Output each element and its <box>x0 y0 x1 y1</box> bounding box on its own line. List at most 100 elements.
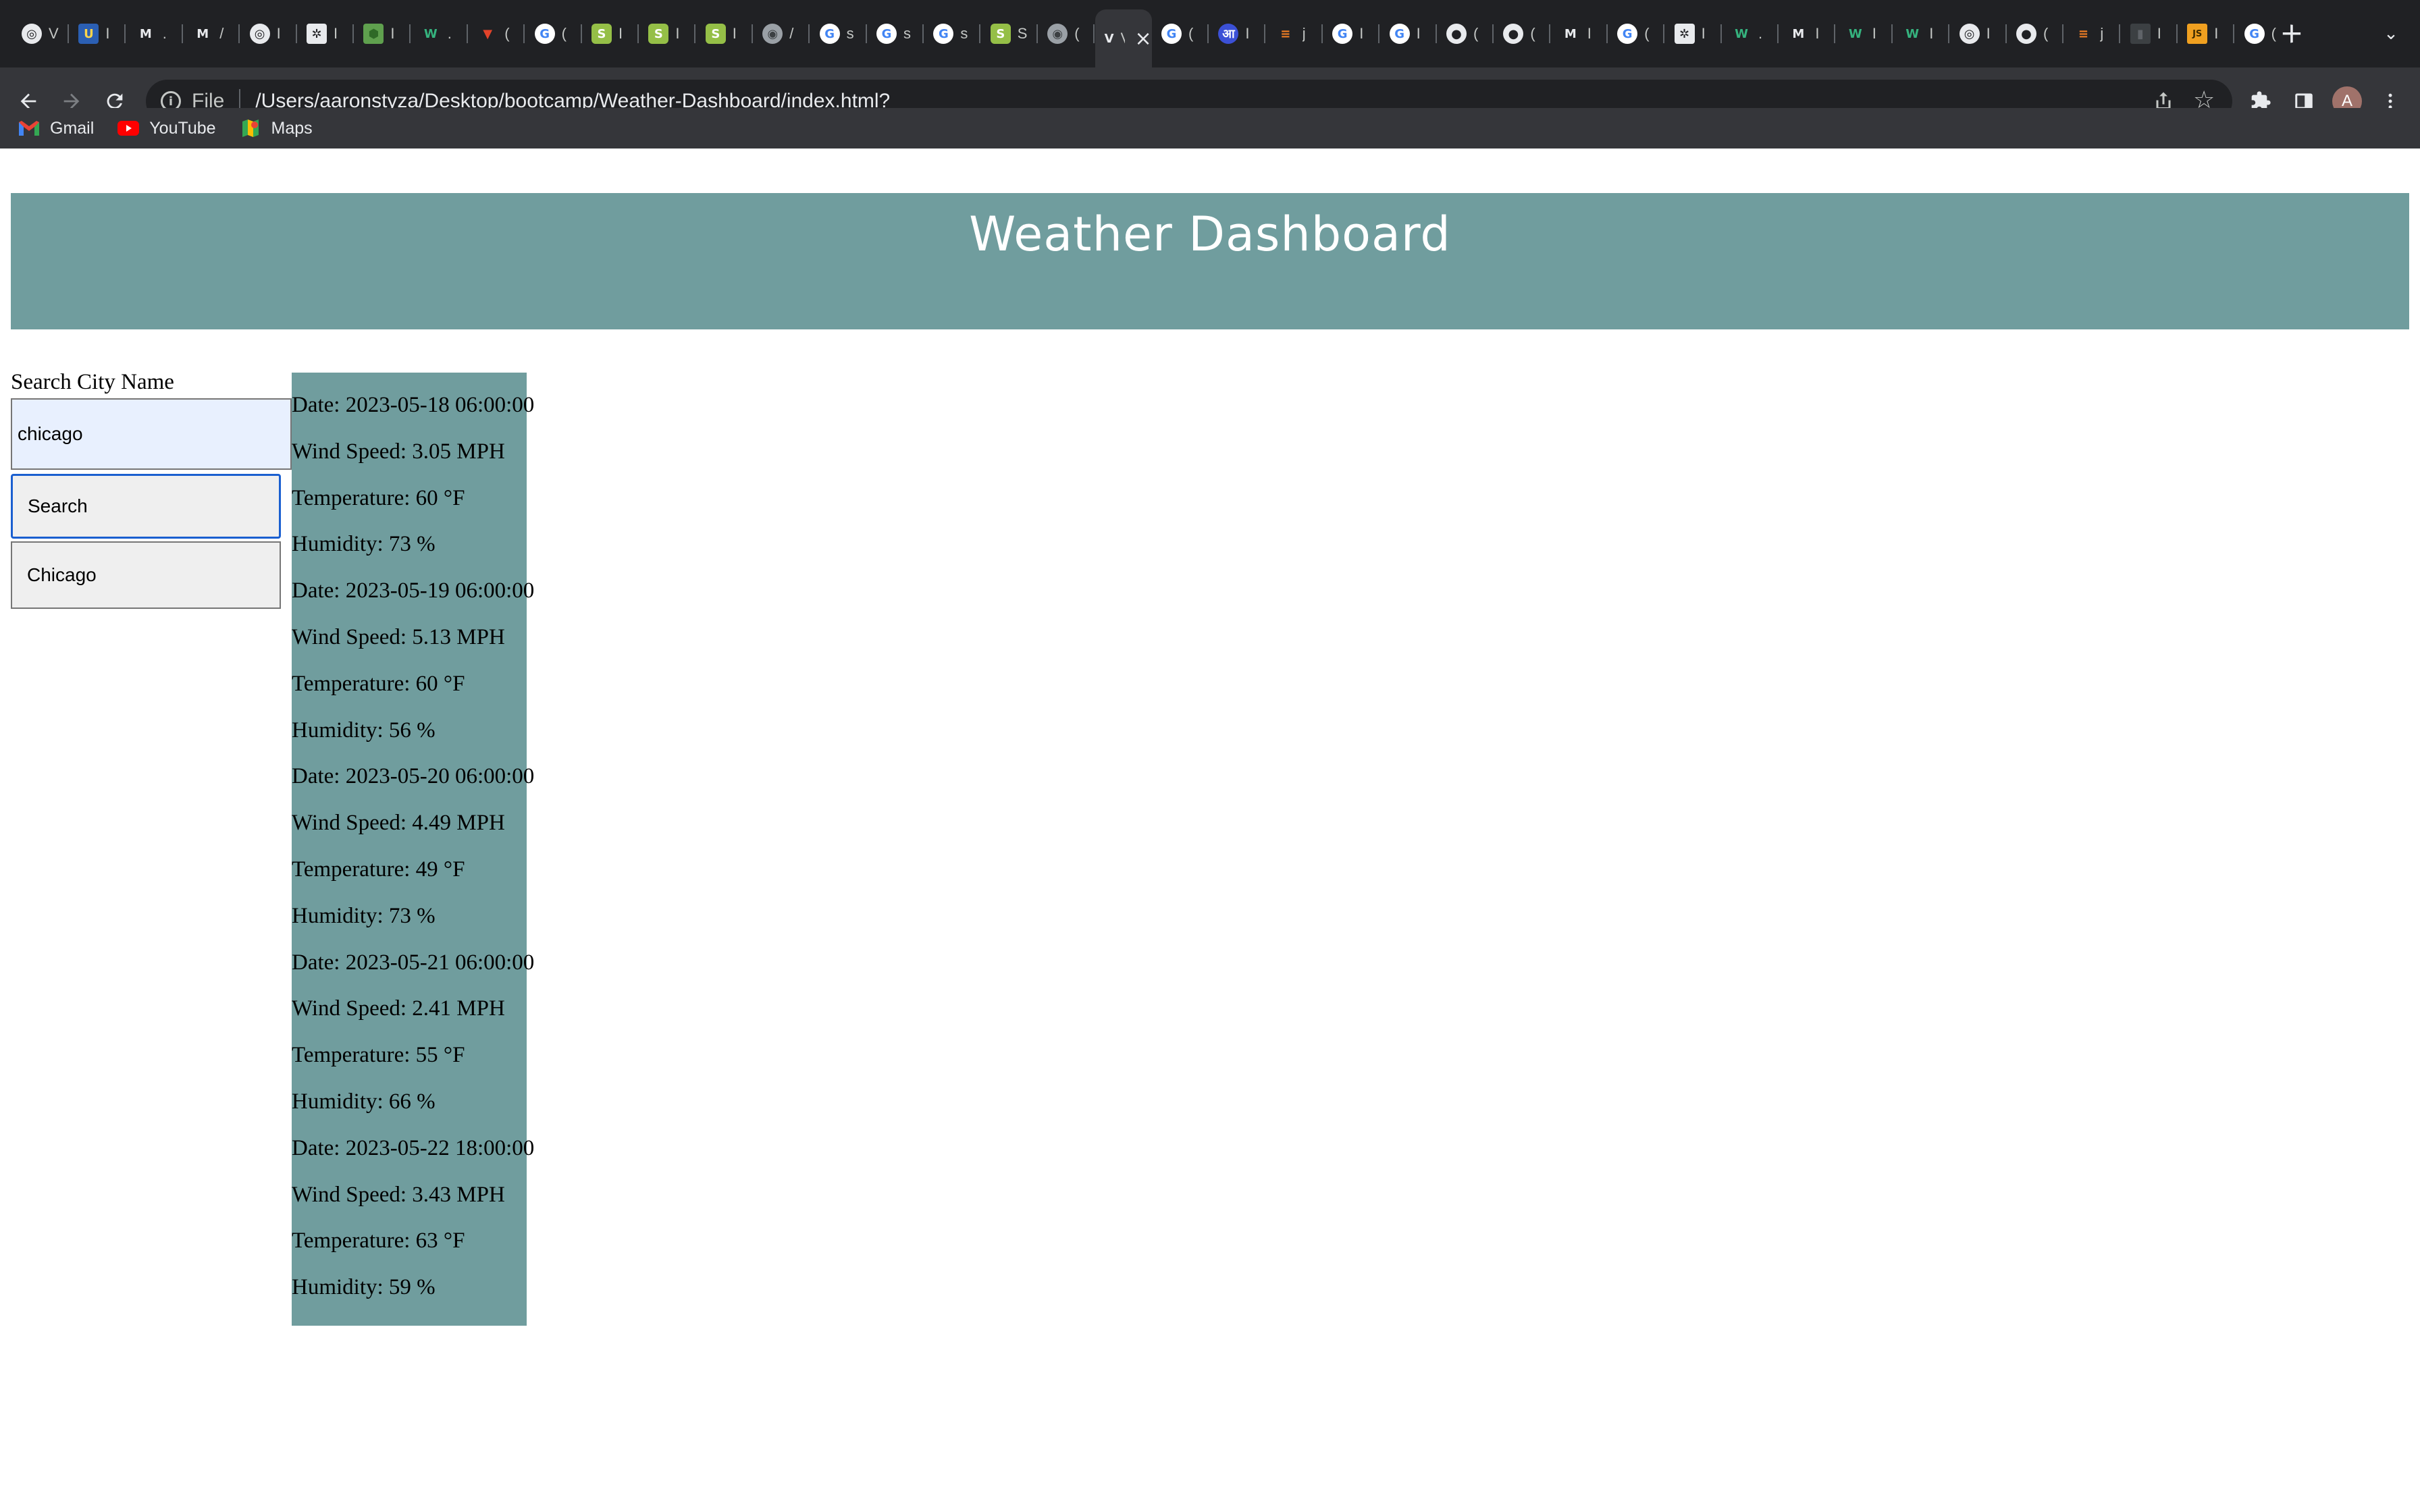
forecast-wind-speed: Wind Speed: 3.43 MPH <box>292 1182 505 1207</box>
google-icon: G <box>876 24 897 44</box>
forecast-panel: Date: 2023-05-18 06:00:00 Wind Speed: 3.0… <box>292 373 534 1326</box>
browser-tab[interactable]: W. <box>411 15 464 53</box>
city-search-input[interactable] <box>11 398 292 470</box>
browser-tab[interactable]: G( <box>1152 15 1205 53</box>
bookmark-label: Gmail <box>50 118 95 138</box>
github-icon: ● <box>1446 24 1467 44</box>
github-icon: ● <box>1503 24 1524 44</box>
browser-tab[interactable]: WI <box>1836 15 1889 53</box>
tab-title: I <box>2214 25 2219 42</box>
doc-icon: ▮ <box>2130 24 2151 44</box>
browser-tab[interactable]: JS I <box>2178 15 2230 53</box>
tab-title: I <box>276 25 281 42</box>
browser-tab[interactable]: SI <box>582 15 635 53</box>
browser-tab[interactable]: ▮ I <box>2121 15 2174 53</box>
tab-title: . <box>162 25 167 42</box>
new-tab-button[interactable]: + <box>2273 14 2311 51</box>
browser-tab[interactable]: ◉ / <box>753 15 806 53</box>
tab-title: I <box>1929 25 1934 42</box>
tab-title: I <box>105 25 110 42</box>
stackoverflow-icon: ≡ <box>1280 26 1291 41</box>
browser-tab[interactable]: Gs <box>810 15 863 53</box>
google-icon: G <box>2244 24 2265 44</box>
close-tab-icon[interactable]: × <box>1134 27 1151 51</box>
tab-title: ( <box>504 25 510 42</box>
js-icon: JS <box>2187 24 2208 44</box>
search-button[interactable]: Search <box>11 474 281 539</box>
browser-tab[interactable]: WI <box>1893 15 1945 53</box>
forecast-wind-speed: Wind Speed: 5.13 MPH <box>292 625 505 649</box>
chrome-icon: ◎ <box>249 24 270 44</box>
bookmark-label: Maps <box>271 118 313 138</box>
browser-tab[interactable]: M. <box>126 15 179 53</box>
forecast-humidity: Humidity: 73 % <box>292 532 436 557</box>
browser-tab[interactable]: UI <box>69 15 122 53</box>
tab-title: ( <box>561 25 567 42</box>
tab-title: j <box>2100 25 2104 42</box>
google-icon: G <box>1389 24 1410 44</box>
browser-tab[interactable]: ≡ j <box>1266 15 1319 53</box>
forecast-humidity: Humidity: 73 % <box>292 903 436 928</box>
tab-title: ( <box>1644 25 1650 42</box>
browser-tab[interactable]: VV × <box>1095 9 1152 68</box>
page-viewport: Weather Dashboard Search City Name Searc… <box>0 148 2420 1512</box>
m-icon: M <box>1792 26 1805 41</box>
browser-tab[interactable]: MI <box>1779 15 1831 53</box>
tab-title: I <box>732 25 737 42</box>
w-icon: W <box>1848 26 1862 41</box>
browser-tab[interactable]: G( <box>1608 15 1660 53</box>
forecast-temperature: Temperature: 55 °F <box>292 1043 465 1068</box>
browser-tab[interactable]: G( <box>525 15 578 53</box>
browser-tab[interactable]: SI <box>696 15 749 53</box>
browser-tab[interactable]: SS <box>981 15 1034 53</box>
history-city-button[interactable]: Chicago <box>11 541 281 609</box>
forecast-date: Date: 2023-05-22 18:00:00 <box>292 1135 535 1160</box>
browser-tab[interactable]: ✲ I <box>1665 15 1718 53</box>
node-icon: ⬢ <box>363 24 384 44</box>
browser-tab[interactable]: ⬢ I <box>354 15 406 53</box>
tab-title: I <box>1245 25 1250 42</box>
browser-tab[interactable]: ▼( <box>468 15 521 53</box>
browser-tab[interactable]: ◎ I <box>240 15 293 53</box>
tab-title: I <box>619 25 623 42</box>
browser-tab[interactable]: MI <box>1551 15 1604 53</box>
google-icon: G <box>1161 24 1182 44</box>
tab-title: I <box>1872 25 1876 42</box>
bookmark-youtube[interactable]: YouTube <box>117 119 216 138</box>
tab-title: ( <box>1473 25 1479 42</box>
bookmark-maps[interactable]: Maps <box>239 119 313 138</box>
forecast-date: Date: 2023-05-19 06:00:00 <box>292 578 535 603</box>
browser-tab[interactable]: GI <box>1380 15 1433 53</box>
tab-title: I <box>1416 25 1421 42</box>
browser-tab[interactable]: Gs <box>924 15 976 53</box>
browser-tab[interactable]: ●( <box>2007 15 2059 53</box>
browser-tab[interactable]: ◉( <box>1038 15 1090 53</box>
bookmark-gmail[interactable]: Gmail <box>18 119 94 138</box>
shopify-icon: S <box>591 24 612 44</box>
tab-title: I <box>1359 25 1364 42</box>
browser-tab[interactable]: SI <box>639 15 691 53</box>
tab-title: I <box>1587 25 1592 42</box>
tab-title: I <box>1701 25 1706 42</box>
google-icon: G <box>819 24 840 44</box>
browser-tab[interactable]: Gs <box>867 15 920 53</box>
browser-tab[interactable]: ●( <box>1494 15 1546 53</box>
browser-tab[interactable]: ✲ I <box>297 15 350 53</box>
m-icon: M <box>196 26 209 41</box>
tab-search-chevron-icon[interactable]: ⌄ <box>2374 15 2408 53</box>
browser-tab[interactable]: GI <box>1323 15 1375 53</box>
browser-tab[interactable]: W. <box>1722 15 1774 53</box>
browser-tab[interactable]: ≡ j <box>2063 15 2116 53</box>
tab-title: I <box>1815 25 1820 42</box>
tab-title: s <box>903 25 911 42</box>
browser-tab[interactable]: ◎ I <box>1950 15 2003 53</box>
w-icon: W <box>1735 26 1748 41</box>
browser-tab[interactable]: M / <box>183 15 236 53</box>
w-icon: W <box>423 26 438 41</box>
browser-tab[interactable]: आI <box>1209 15 1261 53</box>
forecast-wind-speed: Wind Speed: 4.49 MPH <box>292 811 505 836</box>
browser-tab[interactable]: ●( <box>1437 15 1490 53</box>
browser-tab[interactable]: ◎ V <box>12 15 65 53</box>
youtube-icon <box>117 119 140 137</box>
w-icon: W <box>1905 26 1920 41</box>
